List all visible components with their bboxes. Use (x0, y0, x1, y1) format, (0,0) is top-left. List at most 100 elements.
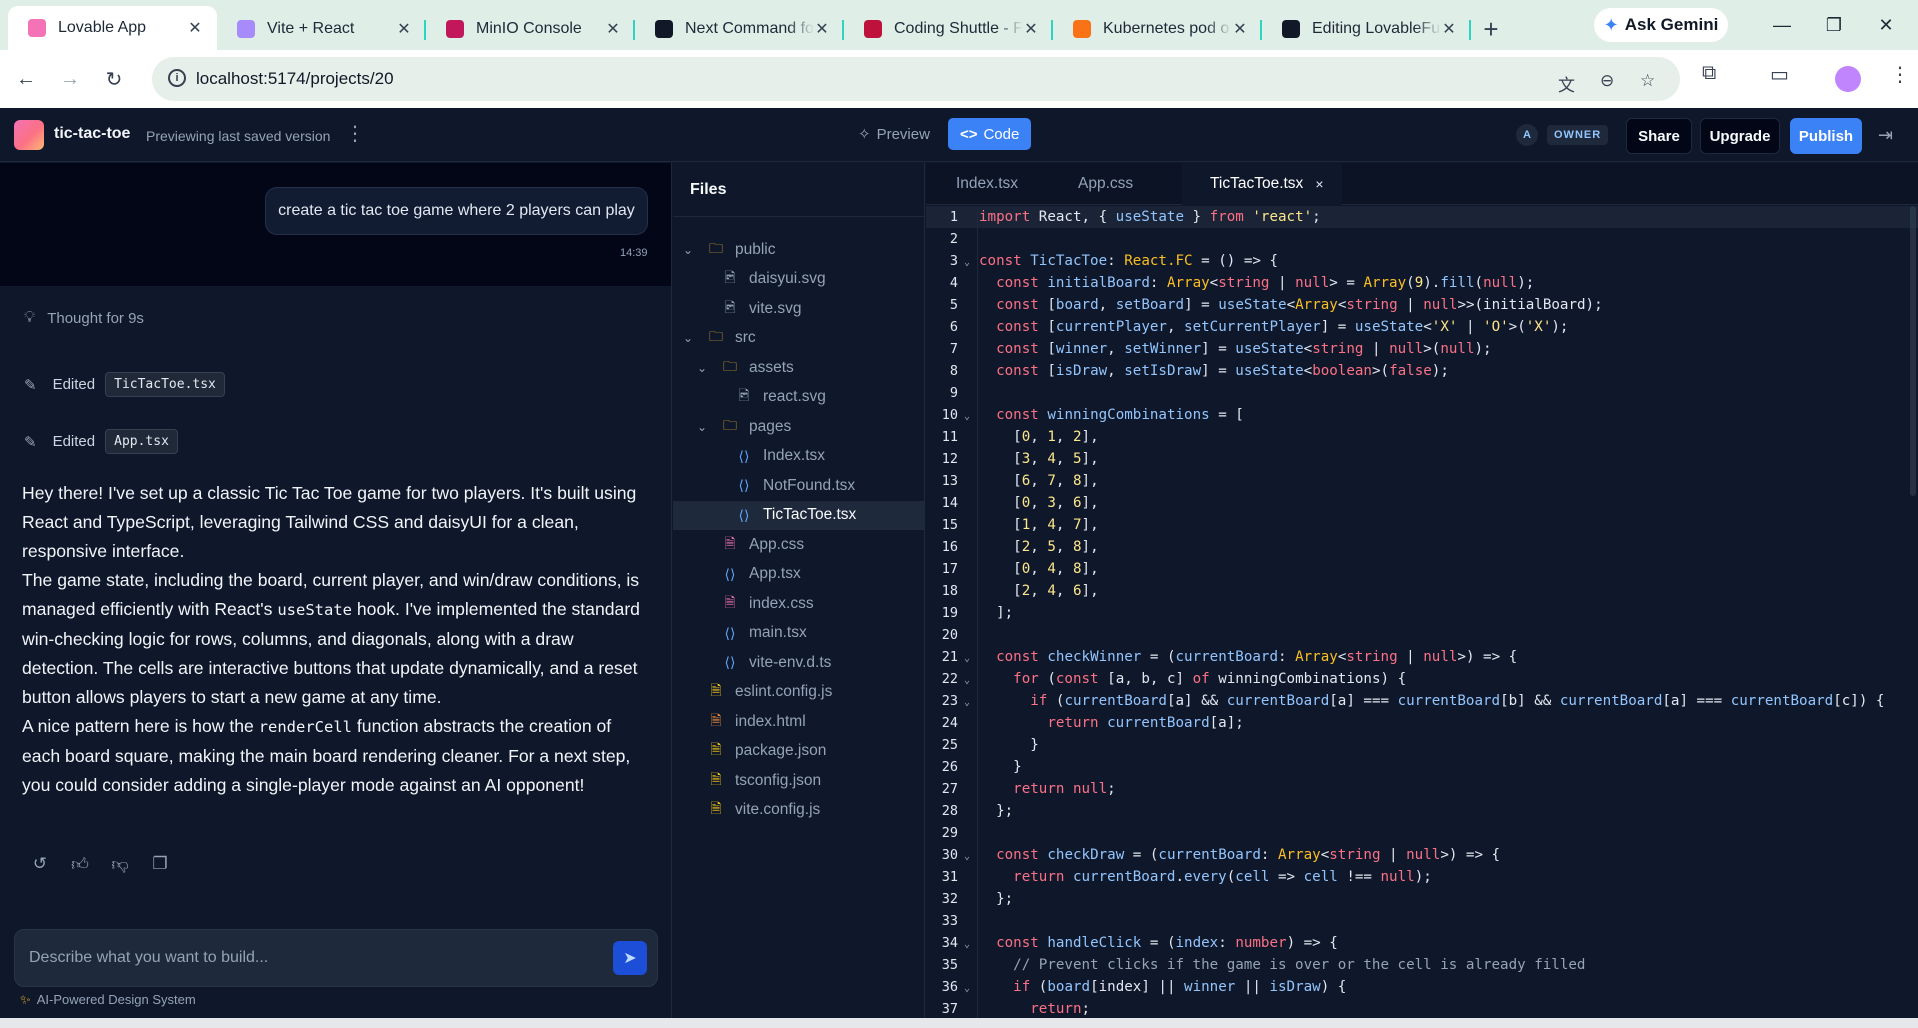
browser-menu-icon[interactable]: ⋮ (1890, 62, 1910, 87)
editor-tab[interactable]: App.css (1050, 163, 1182, 205)
file-item[interactable]: 🗎 index.css (673, 589, 925, 618)
close-tab-icon[interactable]: ✕ (814, 19, 830, 39)
browser-tab[interactable]: Lovable App ✕ (8, 6, 217, 50)
close-tab-icon[interactable]: ✕ (187, 18, 203, 38)
browser-tab[interactable]: Coding Shuttle - F ✕ (844, 8, 1053, 50)
edit-entry[interactable]: ✎ Edited TicTacToe.tsx (24, 372, 225, 397)
code-token: board (1047, 979, 1091, 995)
profile-avatar[interactable] (1835, 66, 1861, 92)
new-tab-button[interactable]: + (1471, 8, 1511, 50)
line-number: 15 (941, 517, 958, 533)
restore-icon[interactable]: ❐ (1810, 8, 1858, 42)
folder-item[interactable]: ⌄ 🗀 src (673, 324, 925, 353)
close-tab-icon[interactable]: ✕ (605, 19, 621, 39)
file-item[interactable]: 🗎 vite.config.js (673, 796, 925, 825)
user-avatar[interactable]: A (1516, 124, 1538, 146)
thought-indicator[interactable]: 💡︎ Thought for 9s (24, 309, 144, 327)
preview-button[interactable]: ✧ Preview (846, 118, 942, 150)
browser-tab[interactable]: Vite + React ✕ (217, 8, 426, 50)
browser-tab[interactable]: Kubernetes pod o ✕ (1053, 8, 1262, 50)
fold-chevron-icon[interactable]: ⌄ (964, 670, 970, 692)
upgrade-button[interactable]: Upgrade (1700, 118, 1780, 154)
fold-chevron-icon[interactable]: ⌄ (964, 648, 970, 670)
back-icon[interactable]: ← (8, 61, 44, 97)
file-item[interactable]: ⟨⟩ Index.tsx (673, 442, 925, 471)
project-name[interactable]: tic-tac-toe (54, 125, 130, 143)
code-token: , (1107, 341, 1125, 357)
close-window-icon[interactable]: ✕ (1862, 8, 1910, 42)
cast-icon[interactable]: ▭ (1770, 62, 1789, 87)
file-item[interactable]: 🗎 package.json (673, 737, 925, 766)
file-item[interactable]: 🗎 index.html (673, 707, 925, 736)
folder-item[interactable]: ⌄ 🗀 assets (673, 353, 925, 382)
exit-icon[interactable]: ⇥ (1878, 125, 1893, 146)
fold-chevron-icon[interactable]: ⌄ (964, 846, 970, 868)
browser-tab[interactable]: Editing LovableFul ✕ (1262, 8, 1471, 50)
fold-chevron-icon[interactable]: ⌄ (964, 692, 970, 714)
close-tab-icon[interactable]: × (1315, 176, 1323, 192)
reload-icon[interactable]: ↻ (96, 61, 132, 97)
code-token: null (1423, 297, 1458, 313)
file-item[interactable]: 🗎 eslint.config.js (673, 678, 925, 707)
file-item[interactable]: 🗎 tsconfig.json (673, 766, 925, 795)
browser-tab[interactable]: Next Command fo ✕ (635, 8, 844, 50)
fold-chevron-icon[interactable]: ⌄ (964, 406, 970, 428)
file-item[interactable]: 🗎 App.css (673, 530, 925, 559)
file-item[interactable]: 🖻 vite.svg (673, 294, 925, 323)
file-item[interactable]: ⟨⟩ TicTacToe.tsx (673, 500, 925, 530)
site-info-icon[interactable]: i (168, 69, 186, 87)
ask-gemini-button[interactable]: ✦ Ask Gemini (1594, 8, 1728, 42)
chevron-down-icon[interactable]: ⌄ (695, 361, 709, 375)
prompt-input[interactable] (15, 930, 575, 986)
close-tab-icon[interactable]: ✕ (1441, 19, 1457, 39)
close-tab-icon[interactable]: ✕ (1023, 19, 1039, 39)
edited-file-chip[interactable]: TicTacToe.tsx (105, 372, 225, 397)
chevron-down-icon[interactable]: ⌄ (681, 331, 695, 345)
share-button[interactable]: Share (1626, 118, 1692, 154)
bookmark-star-icon[interactable]: ☆ (1640, 71, 1655, 91)
close-tab-icon[interactable]: ✕ (396, 19, 412, 39)
file-item[interactable]: 🖻 react.svg (673, 383, 925, 412)
tab-separator (1469, 20, 1471, 40)
chevron-down-icon[interactable]: ⌄ (681, 243, 695, 257)
edited-file-chip[interactable]: App.tsx (105, 429, 178, 454)
folder-item[interactable]: ⌄ 🗀 pages (673, 412, 925, 441)
file-item[interactable]: ⟨⟩ main.tsx (673, 619, 925, 648)
forward-icon[interactable]: → (52, 61, 88, 97)
copy-icon[interactable]: ❐ (150, 854, 170, 875)
code-token: >>(initialBoard); (1457, 297, 1603, 313)
horizontal-scrollbar[interactable] (0, 1018, 1918, 1028)
vertical-scrollbar[interactable] (1910, 206, 1916, 496)
minimize-icon[interactable]: — (1758, 8, 1806, 42)
fold-chevron-icon[interactable]: ⌄ (964, 934, 970, 956)
url-text[interactable]: localhost:5174/projects/20 (196, 69, 394, 89)
file-item[interactable]: 🖻 daisyui.svg (673, 265, 925, 294)
chevron-down-icon[interactable]: ⌄ (695, 420, 709, 434)
fold-chevron-icon[interactable]: ⌄ (964, 252, 970, 274)
code-line: 11 [0, 1, 2], (926, 426, 1918, 448)
browser-tab[interactable]: MinIO Console ✕ (426, 8, 635, 50)
code-area[interactable]: 1 import React, { useState } from 'react'… (926, 206, 1918, 1028)
thumbs-down-icon[interactable]: 👎︎ (110, 854, 130, 875)
fold-chevron-icon[interactable]: ⌄ (964, 978, 970, 1000)
extensions-icon[interactable]: ⧉ (1702, 62, 1716, 85)
folder-item[interactable]: ⌄ 🗀 public (673, 235, 925, 264)
editor-tab[interactable]: Index.tsx (926, 163, 1050, 205)
retry-icon[interactable]: ↺ (30, 854, 50, 875)
publish-button[interactable]: Publish (1790, 118, 1862, 154)
thumbs-up-icon[interactable]: 👍︎ (70, 854, 90, 875)
edit-entry[interactable]: ✎ Edited App.tsx (24, 429, 178, 454)
url-bar[interactable]: i localhost:5174/projects/20 文 ⊖ ☆ (152, 57, 1680, 101)
more-vertical-icon[interactable]: ⋮ (345, 121, 365, 146)
code-token: 0 (1021, 429, 1031, 445)
close-tab-icon[interactable]: ✕ (1232, 19, 1248, 39)
zoom-out-icon[interactable]: ⊖ (1600, 71, 1614, 91)
code-token: of (1192, 671, 1210, 687)
code-button[interactable]: <> Code (947, 118, 1032, 150)
editor-tab[interactable]: TicTacToe.tsx × (1182, 163, 1342, 205)
translate-icon[interactable]: 文 (1558, 71, 1575, 96)
file-item[interactable]: ⟨⟩ App.tsx (673, 560, 925, 589)
send-button[interactable]: ➤ (613, 941, 647, 975)
file-item[interactable]: ⟨⟩ NotFound.tsx (673, 471, 925, 500)
file-item[interactable]: ⟨⟩ vite-env.d.ts (673, 648, 925, 677)
